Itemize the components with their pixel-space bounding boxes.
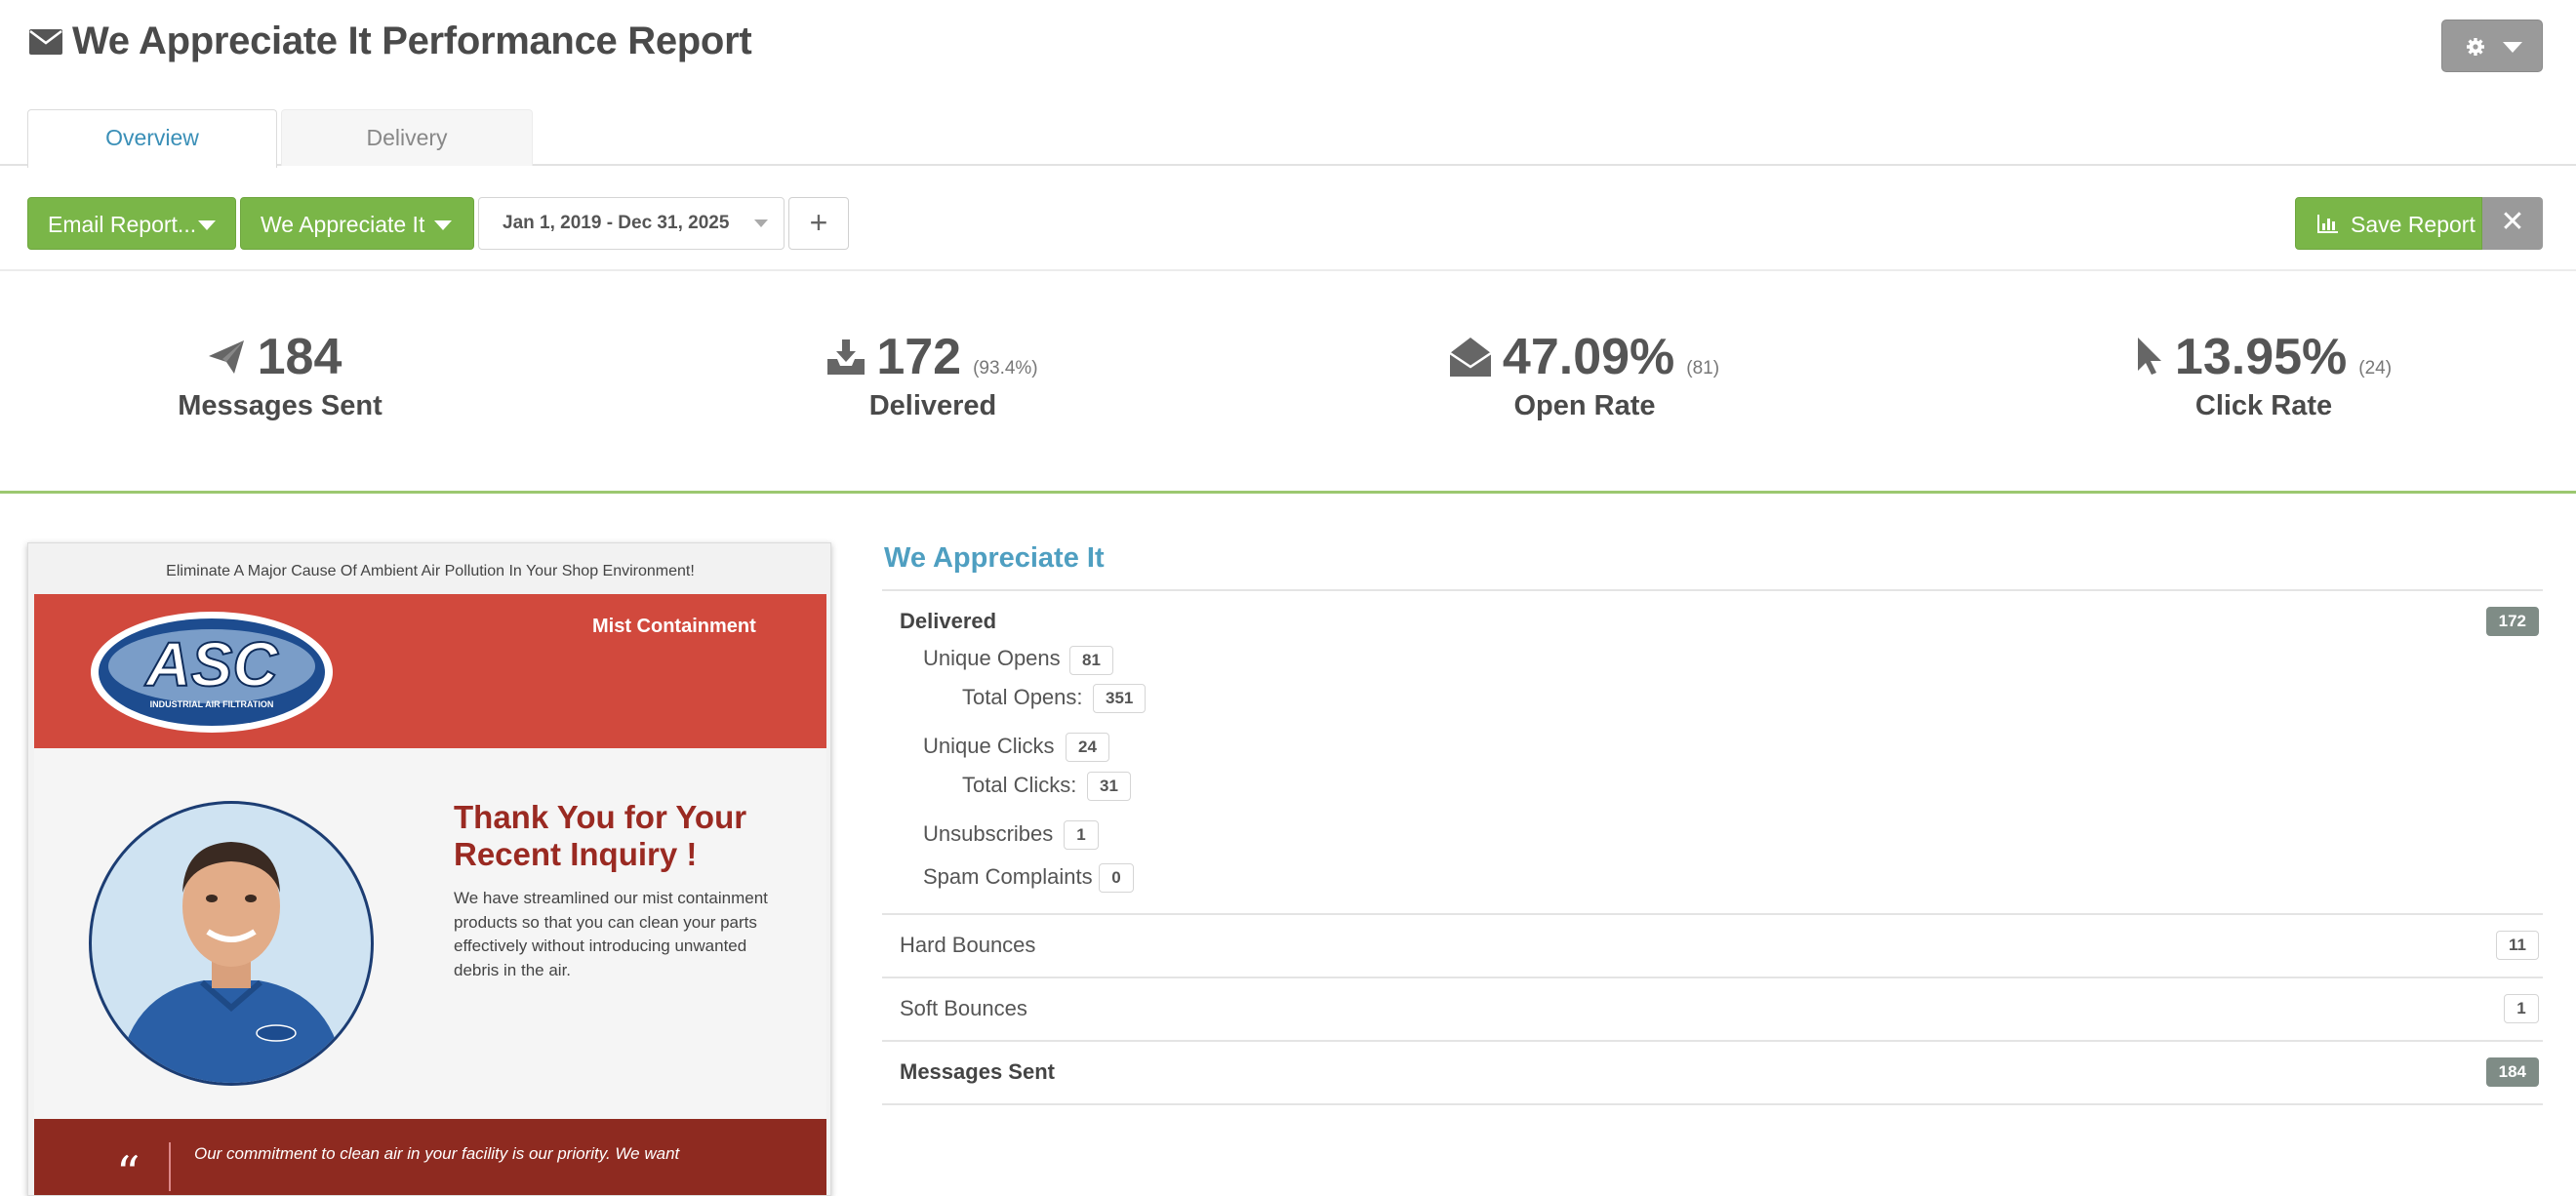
stat-sub: (93.4%) bbox=[973, 358, 1038, 379]
stat-value: 184 bbox=[257, 329, 342, 385]
quote-icon: “ bbox=[116, 1146, 141, 1196]
divider bbox=[882, 913, 2543, 915]
stat-messages-sent: 184 Messages Sent bbox=[36, 328, 524, 422]
divider bbox=[882, 1103, 2543, 1105]
add-filter-button[interactable]: + bbox=[788, 197, 849, 250]
logo-text: ASC bbox=[143, 629, 278, 699]
report-toolbar: Email Report... We Appreciate It Jan 1, … bbox=[0, 166, 2576, 271]
messages-sent-badge: 184 bbox=[2485, 1057, 2539, 1087]
gear-icon bbox=[2467, 38, 2484, 56]
campaign-dropdown-label: We Appreciate It bbox=[261, 212, 425, 237]
quote-text: Our commitment to clean air in your faci… bbox=[194, 1144, 680, 1163]
email-preview[interactable]: Eliminate A Major Cause Of Ambient Air P… bbox=[27, 542, 831, 1196]
divider bbox=[882, 977, 2543, 978]
chevron-down-icon bbox=[2503, 42, 2522, 53]
caret-down-icon bbox=[198, 220, 216, 230]
inbox-download-icon bbox=[827, 339, 865, 375]
spam-complaints-badge: 0 bbox=[1099, 863, 1134, 893]
unique-clicks-label: Unique Clicks bbox=[923, 734, 1055, 758]
email-headline: Thank You for Your Recent Inquiry ! bbox=[454, 799, 747, 872]
stat-label: Delivered bbox=[868, 390, 997, 421]
page-title: We Appreciate It Performance Report bbox=[72, 20, 752, 62]
stats-summary: 184 Messages Sent 172 (93.4%) Delivered … bbox=[0, 273, 2576, 494]
total-clicks-label: Total Clicks: bbox=[962, 773, 1077, 797]
stat-click-rate: 13.95% (24) Click Rate bbox=[2020, 328, 2508, 422]
portrait-image bbox=[89, 801, 374, 1086]
email-report-label: Email Report... bbox=[48, 212, 197, 237]
bar-chart-icon bbox=[2317, 215, 2338, 233]
unique-opens-badge: 81 bbox=[1069, 646, 1113, 675]
stat-label: Click Rate bbox=[2194, 390, 2333, 421]
spam-complaints-label: Spam Complaints bbox=[923, 864, 1093, 889]
soft-bounces-label: Soft Bounces bbox=[900, 996, 1027, 1020]
unsubscribes-badge: 1 bbox=[1064, 820, 1099, 850]
total-clicks-badge: 31 bbox=[1087, 772, 1131, 801]
hard-bounces-label: Hard Bounces bbox=[900, 933, 1036, 957]
email-preheader: Eliminate A Major Cause Of Ambient Air P… bbox=[166, 563, 695, 579]
total-opens-label: Total Opens: bbox=[962, 685, 1083, 709]
divider bbox=[882, 1040, 2543, 1042]
delivered-label: Delivered bbox=[900, 609, 997, 633]
asc-logo: ASC INDUSTRIAL AIR FILTRATION bbox=[91, 612, 333, 733]
soft-bounces-badge: 1 bbox=[2504, 994, 2539, 1023]
total-opens-badge: 351 bbox=[1093, 684, 1147, 713]
banner-text: Mist Containment bbox=[592, 616, 756, 637]
stat-sub: (81) bbox=[1686, 358, 1720, 379]
quote-divider bbox=[169, 1142, 171, 1191]
delivered-badge: 172 bbox=[2485, 607, 2539, 636]
unsubscribes-label: Unsubscribes bbox=[923, 821, 1054, 846]
messages-sent-label: Messages Sent bbox=[900, 1059, 1055, 1084]
email-body: Thank You for Your Recent Inquiry ! We h… bbox=[34, 748, 826, 1119]
settings-dropdown-button[interactable] bbox=[2441, 20, 2543, 72]
cursor-icon bbox=[2137, 338, 2161, 375]
close-report-button[interactable]: ✕ bbox=[2482, 197, 2543, 250]
email-quote-band: “ Our commitment to clean air in your fa… bbox=[34, 1119, 826, 1196]
stat-label: Messages Sent bbox=[178, 390, 382, 421]
tab-overview[interactable]: Overview bbox=[27, 109, 277, 168]
divider bbox=[882, 589, 2543, 591]
save-report-label: Save Report bbox=[2351, 212, 2475, 237]
stat-value: 172 bbox=[876, 329, 962, 385]
paper-plane-icon bbox=[208, 340, 244, 374]
stat-label: Open Rate bbox=[1513, 390, 1656, 421]
caret-down-icon bbox=[434, 220, 452, 230]
campaign-dropdown[interactable]: We Appreciate It bbox=[240, 197, 474, 250]
caret-down-icon bbox=[754, 219, 768, 227]
email-report-dropdown[interactable]: Email Report... bbox=[27, 197, 236, 250]
logo-subtext: INDUSTRIAL AIR FILTRATION bbox=[150, 699, 274, 709]
campaign-name: We Appreciate It bbox=[884, 542, 1105, 574]
date-range-value: Jan 1, 2019 - Dec 31, 2025 bbox=[503, 213, 730, 233]
email-banner: ASC INDUSTRIAL AIR FILTRATION Mist Conta… bbox=[34, 594, 826, 748]
report-header: We Appreciate It Performance Report bbox=[0, 0, 2576, 94]
unique-opens-label: Unique Opens bbox=[923, 646, 1061, 670]
date-range-select[interactable]: Jan 1, 2019 - Dec 31, 2025 bbox=[478, 197, 785, 250]
stat-value: 13.95% bbox=[2174, 329, 2348, 385]
stat-value: 47.09% bbox=[1502, 329, 1675, 385]
report-tabs: Overview Delivery bbox=[0, 109, 2576, 168]
stat-sub: (24) bbox=[2358, 358, 2393, 379]
hard-bounces-badge: 11 bbox=[2496, 931, 2539, 960]
stat-delivered: 172 (93.4%) Delivered bbox=[689, 328, 1177, 422]
email-body-text: We have streamlined our mist containment… bbox=[454, 889, 768, 979]
stat-open-rate: 47.09% (81) Open Rate bbox=[1341, 328, 1829, 422]
unique-clicks-badge: 24 bbox=[1066, 733, 1109, 762]
envelope-icon bbox=[29, 29, 62, 55]
tab-delivery[interactable]: Delivery bbox=[281, 109, 533, 166]
save-report-button[interactable]: Save Report bbox=[2295, 197, 2482, 250]
envelope-open-icon bbox=[1449, 338, 1491, 377]
